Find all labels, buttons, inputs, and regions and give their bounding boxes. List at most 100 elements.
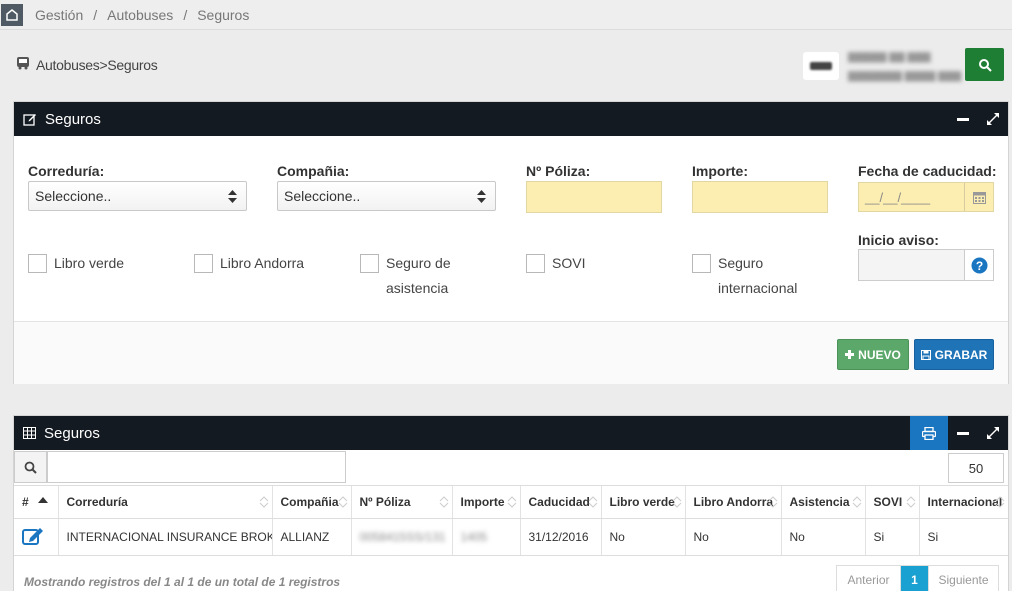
minus-icon — [957, 432, 969, 435]
compania-select[interactable]: Seleccione.. — [277, 181, 496, 211]
bus-icon — [16, 56, 30, 73]
calendar-button[interactable] — [964, 183, 993, 211]
seguro-asistencia-checkbox[interactable]: Seguro de asistencia — [360, 254, 470, 301]
form-actions: NUEVO GRABAR — [14, 321, 1008, 384]
select-arrows-icon — [477, 190, 486, 203]
pagination-page[interactable]: 1 — [901, 566, 928, 591]
page-name: Seguros — [107, 56, 158, 73]
save-icon — [920, 349, 931, 360]
expand-icon — [987, 113, 999, 125]
checkbox-label: Seguro de asistencia — [386, 255, 451, 296]
poliza-label: Nº Póliza: — [526, 163, 591, 179]
fecha-placeholder: __/__/____ — [865, 189, 931, 205]
table-info: Mostrando registros del 1 al 1 de un tot… — [24, 575, 341, 589]
sort-icon — [852, 496, 861, 508]
panel-header: Seguros — [14, 102, 1008, 136]
table-toolbar: 50 — [14, 450, 1008, 486]
importe-input[interactable] — [692, 181, 828, 213]
insurance-form: Correduría: Seleccione.. Compañia: Selec… — [14, 136, 1008, 321]
help-button[interactable]: ? — [964, 250, 993, 280]
cell-compania: ALLIANZ — [272, 518, 352, 556]
sovi-checkbox[interactable]: SOVI — [526, 254, 585, 276]
column-header[interactable]: Nº Póliza — [351, 486, 453, 519]
checkbox-box[interactable] — [360, 254, 379, 273]
sort-asc-icon — [37, 497, 48, 503]
correduria-select[interactable]: Seleccione.. — [28, 181, 247, 211]
column-header[interactable]: SOVI — [865, 486, 920, 519]
cell-sovi: Si — [865, 518, 920, 556]
plus-icon — [845, 350, 855, 359]
column-header[interactable]: Libro verde — [601, 486, 686, 519]
edit-row-button[interactable] — [22, 527, 44, 548]
column-header[interactable]: Internacional — [919, 486, 1008, 519]
print-icon — [922, 426, 936, 440]
grabar-button[interactable]: GRABAR — [914, 339, 994, 370]
fecha-caducidad-label: Fecha de caducidad: — [858, 163, 997, 179]
checkbox-label: SOVI — [552, 255, 586, 271]
checkbox-box[interactable] — [28, 254, 47, 273]
home-icon[interactable] — [1, 3, 23, 26]
cell-libro-verde: No — [601, 518, 686, 556]
minus-icon — [957, 118, 969, 121]
inicio-aviso-label: Inicio aviso: — [858, 232, 939, 248]
sort-icon — [259, 496, 268, 508]
checkbox-box[interactable] — [692, 254, 711, 273]
breadcrumb-item[interactable]: Gestión — [35, 7, 83, 23]
poliza-input[interactable] — [526, 181, 662, 213]
insurance-table: # Correduría Compañia Nº Póliza Importe … — [14, 486, 1008, 556]
column-header[interactable]: Importe — [452, 486, 521, 519]
column-header[interactable]: # — [14, 486, 59, 519]
print-button[interactable] — [910, 416, 948, 450]
column-header[interactable]: Asistencia — [781, 486, 866, 519]
cell-importe: 1405 — [452, 518, 521, 556]
select-arrows-icon — [228, 190, 237, 203]
cell-correduria: INTERNACIONAL INSURANCE BROKER — [58, 518, 273, 556]
column-header[interactable]: Libro Andorra — [685, 486, 782, 519]
help-icon: ? — [971, 257, 987, 273]
breadcrumb-item[interactable]: Autobuses — [107, 7, 173, 23]
minimize-button[interactable] — [948, 102, 978, 136]
pagination-prev[interactable]: Anterior — [837, 566, 901, 591]
table-icon — [23, 427, 36, 439]
correduria-label: Correduría: — [28, 163, 105, 179]
search-button[interactable] — [965, 48, 1004, 81]
page-section: Autobuses — [36, 56, 100, 73]
pagination-next[interactable]: Siguiente — [928, 566, 998, 591]
breadcrumb-separator: / — [183, 6, 188, 23]
table-row: INTERNACIONAL INSURANCE BROKER ALLIANZ 0… — [14, 518, 1008, 556]
libro-verde-checkbox[interactable]: Libro verde — [28, 254, 124, 276]
fecha-caducidad-input[interactable]: __/__/____ — [858, 182, 994, 212]
expand-button[interactable] — [978, 416, 1008, 450]
minimize-button[interactable] — [948, 416, 978, 450]
panel-header: Seguros — [14, 416, 1008, 450]
sort-icon — [507, 496, 516, 508]
breadcrumb-bar: Gestión / Autobuses / Seguros — [0, 0, 1012, 30]
edit-icon — [22, 527, 43, 545]
breadcrumb-separator: / — [93, 6, 98, 23]
expand-icon — [987, 427, 999, 439]
table-search-input[interactable] — [47, 451, 346, 483]
sort-icon — [995, 496, 1005, 508]
svg-text:?: ? — [975, 259, 982, 273]
sort-icon — [768, 496, 777, 508]
checkbox-box[interactable] — [526, 254, 545, 273]
compania-value: Seleccione.. — [284, 188, 361, 204]
cell-poliza: 0058415SS/131 — [351, 518, 453, 556]
inicio-aviso-input[interactable]: ? — [858, 249, 994, 281]
sort-icon — [906, 496, 915, 508]
insurance-table-panel: Seguros 50 # Correduría Compañia Nº Póli… — [13, 415, 1009, 591]
checkbox-box[interactable] — [194, 254, 213, 273]
sort-icon — [588, 496, 597, 508]
sort-icon — [439, 496, 448, 508]
column-header[interactable]: Caducidad — [520, 486, 602, 519]
column-header[interactable]: Correduría — [58, 486, 273, 519]
cell-asistencia: No — [781, 518, 866, 556]
column-header[interactable]: Compañia — [272, 486, 352, 519]
search-icon — [14, 451, 47, 483]
nuevo-button[interactable]: NUEVO — [837, 339, 909, 370]
page-length-select[interactable]: 50 — [948, 453, 1004, 483]
checkbox-label: Seguro internacional — [718, 255, 798, 296]
expand-button[interactable] — [978, 102, 1008, 136]
libro-andorra-checkbox[interactable]: Libro Andorra — [194, 254, 304, 276]
seguro-internacional-checkbox[interactable]: Seguro internacional — [692, 254, 802, 301]
